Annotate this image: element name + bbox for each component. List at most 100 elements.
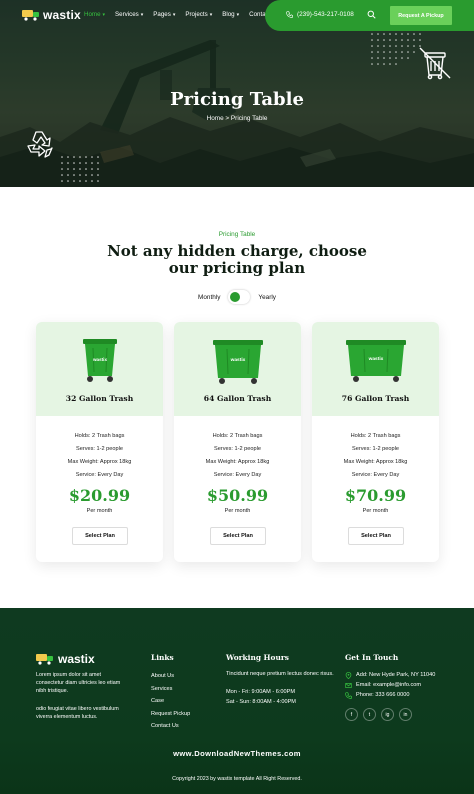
nav-item-home[interactable]: Home ▾ [84,11,105,18]
nav-item-blog[interactable]: Blog ▾ [222,11,239,18]
bin-brand-label: wastix [229,357,245,363]
watermark-text: www.DownloadNewThemes.com [173,749,301,758]
footer-links: About Us Services Case Request Pickup Co… [151,670,190,733]
plan-price: $20.99 [68,486,131,505]
search-icon[interactable] [367,10,376,19]
section-label: Pricing Table [218,231,256,238]
footer-link-services[interactable]: Services [151,683,190,696]
contact-email-text: Email: example@info.com [356,682,422,688]
plan-name: 32 Gallon Trash [65,394,134,403]
footer-hours-heading: Working Hours [226,653,289,662]
plan-period: Per month [362,508,389,514]
footer-about-text: odio feugiat vitae libero vestibulum viv… [36,706,119,721]
garbage-truck-icon [36,654,53,665]
nav-label: Projects [185,11,208,18]
top-navbar: wastix Home ▾ Services ▾ Pages ▾ Projects ▾ … [0,0,474,31]
trash-bin-image: wastix [212,340,263,384]
nav-item-projects[interactable]: Projects ▾ [185,11,212,18]
chevron-down-icon: ▾ [172,11,176,18]
plan-features: Holds: 2 Trash bags Serves: 1-2 people M… [36,430,163,482]
footer-link-contact[interactable]: Contact Us [151,720,190,733]
hours-weekends: Sat - Sun: 8:00AM - 4:00PM [226,699,296,706]
nav-item-services[interactable]: Services ▾ [115,11,143,18]
garbage-truck-icon [22,10,39,21]
toggle-yearly-label[interactable]: Yearly [258,294,276,301]
site-logo[interactable]: wastix [22,8,81,22]
footer-hours: Tincidunt neque pretium lectus donec ris… [226,670,338,707]
plan-name: 76 Gallon Trash [341,394,410,403]
plan-feature: Max Weight: Approx 18kg [343,459,408,465]
phone-icon [286,11,293,18]
request-pickup-button[interactable]: Request A Pickup [390,6,452,25]
nav-label: Blog [222,11,235,18]
footer-about-text: Lorem ipsum dolor sit amet consectetur d… [36,672,121,695]
section-title-line: our pricing plan [168,259,306,277]
facebook-icon[interactable]: f [345,708,358,721]
pricing-card: wastix 76 Gallon Trash Holds: 2 Trash ba… [312,322,439,562]
page-title: Pricing Table [170,89,304,110]
footer-logo[interactable]: wastix [36,652,95,666]
header-phone-number: (239)-543-217-0108 [297,11,354,18]
no-trash-bin-icon [419,47,451,80]
billing-switch[interactable] [228,290,251,304]
plan-price: $50.99 [206,486,269,505]
recycle-icon [27,131,53,158]
plan-feature: Serves: 1-2 people [214,446,261,452]
select-plan-button[interactable]: Select Plan [72,527,128,545]
plan-feature: Max Weight: Approx 18kg [205,459,270,465]
contact-phone-text: Phone: 333 666 0000 [356,692,410,698]
pricing-card: wastix 64 Gallon Trash Holds: 2 Trash ba… [174,322,301,562]
footer-links-heading: Links [151,653,174,662]
location-pin-icon [345,671,352,679]
hours-weekdays: Mon - Fri: 9:00AM - 6:00PM [226,689,296,696]
pricing-cards: wastix 32 Gallon Trash Holds: 2 Trash ba… [36,322,439,562]
twitter-icon[interactable]: t [363,708,376,721]
footer-logo-text: wastix [58,652,95,666]
plan-feature: Service: Every Day [213,472,262,478]
nav-label: Pages [153,11,171,18]
footer-link-case[interactable]: Case [151,695,190,708]
dot-pattern-decoration [61,156,99,182]
chevron-down-icon: ▾ [140,11,144,18]
plan-feature: Holds: 2 Trash bags [350,433,401,439]
logo-text: wastix [43,8,81,22]
main-menu: Home ▾ Services ▾ Pages ▾ Projects ▾ Blog ▾ C… [84,11,270,18]
plan-features: Holds: 2 Trash bags Serves: 1-2 people M… [312,430,439,482]
header-phone[interactable]: (239)-543-217-0108 [286,11,354,18]
plan-feature: Serves: 1-2 people [76,446,123,452]
plan-feature: Serves: 1-2 people [352,446,399,452]
nav-label: Home [84,11,101,18]
footer-contact: Add: New Hyde Park, NY 11040 Email: exam… [345,670,435,700]
hours-description: Tincidunt neque pretium lectus donec ris… [226,671,334,677]
switch-knob [230,292,241,302]
chevron-down-icon: ▾ [236,11,240,18]
instagram-icon[interactable]: ig [381,708,394,721]
select-plan-button[interactable]: Select Plan [348,527,404,545]
footer-contact-heading: Get In Touch [345,653,399,662]
contact-email[interactable]: Email: example@info.com [345,680,435,690]
contact-phone[interactable]: Phone: 333 666 0000 [345,690,435,700]
plan-period: Per month [86,508,113,514]
contact-address-text: Add: New Hyde Park, NY 11040 [356,672,436,678]
copyright-text: Copyright 2023 by wastix template All Ri… [172,776,302,782]
nav-item-pages[interactable]: Pages ▾ [153,11,175,18]
email-icon [345,682,352,688]
footer-link-about[interactable]: About Us [151,670,190,683]
billing-toggle: Monthly Yearly [0,290,474,304]
plan-features: Holds: 2 Trash bags Serves: 1-2 people M… [174,430,301,482]
section-title-line: Not any hidden charge, choose [107,242,367,260]
footer-link-request-pickup[interactable]: Request Pickup [151,708,190,721]
toggle-monthly-label[interactable]: Monthly [198,294,220,301]
plan-price: $70.99 [344,486,407,505]
plan-feature: Max Weight: Approx 18kg [67,459,132,465]
plan-feature: Holds: 2 Trash bags [212,433,263,439]
hero-banner: wastix Home ▾ Services ▾ Pages ▾ Projects ▾ … [0,0,474,187]
linkedin-icon[interactable]: in [399,708,412,721]
breadcrumb[interactable]: Home > Pricing Table [0,115,474,122]
chevron-down-icon: ▾ [209,11,213,18]
bin-brand-label: wastix [367,356,383,362]
select-plan-button[interactable]: Select Plan [210,527,266,545]
contact-address: Add: New Hyde Park, NY 11040 [345,670,435,680]
site-footer: wastix Lorem ipsum dolor sit amet consec… [0,608,474,794]
social-links: f t ig in [345,708,412,721]
